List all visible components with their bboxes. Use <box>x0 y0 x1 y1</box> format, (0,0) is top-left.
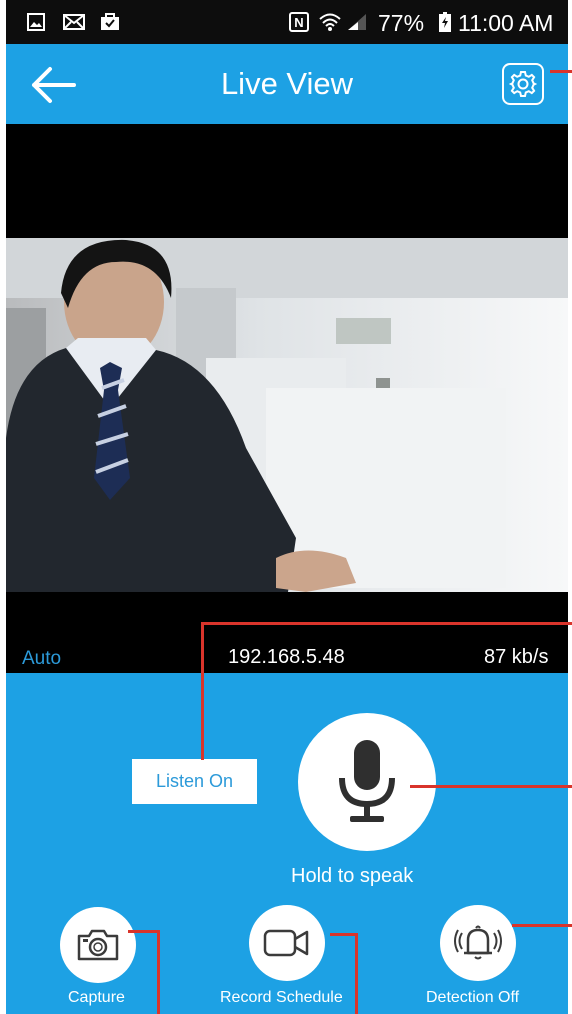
controls-panel: Listen On Hold to speak Capture Record S… <box>6 673 568 1014</box>
callout-line-capture-horizontal <box>128 930 160 933</box>
svg-text:N: N <box>294 15 303 30</box>
page-title: Live View <box>220 66 354 101</box>
bitrate-readout: 87 kb/s <box>484 646 549 668</box>
live-video-feed[interactable] <box>6 238 568 592</box>
status-bar: N 77% 11:00 AM <box>6 0 568 44</box>
camera-icon <box>77 929 119 961</box>
record-schedule-label: Record Schedule <box>220 989 343 1006</box>
image-icon <box>26 12 46 32</box>
capture-button[interactable] <box>60 907 136 983</box>
capture-label: Capture <box>68 989 125 1006</box>
callout-line-detection <box>512 924 572 927</box>
record-schedule-button[interactable] <box>249 905 325 981</box>
battery-percent: 77% <box>378 10 425 36</box>
listen-toggle[interactable]: Listen On <box>132 759 257 804</box>
bell-icon <box>454 925 502 960</box>
settings-button[interactable] <box>502 63 544 105</box>
hold-to-speak-label: Hold to speak <box>291 865 414 887</box>
callout-line-settings <box>550 70 572 73</box>
wifi-icon <box>318 12 342 32</box>
briefcase-icon <box>98 12 122 32</box>
battery-icon <box>438 12 452 32</box>
gear-icon <box>509 71 537 97</box>
callout-line-listen-vertical <box>201 622 204 760</box>
push-to-talk-button[interactable] <box>298 713 436 851</box>
video-area: Auto 192.168.5.48 87 kb/s <box>6 124 568 673</box>
detection-off-label: Detection Off <box>426 989 520 1006</box>
callout-line-record-vertical <box>355 933 358 1014</box>
callout-line-listen-horizontal <box>201 622 572 625</box>
video-mode-label[interactable]: Auto <box>22 648 61 670</box>
signal-icon <box>346 12 368 32</box>
clock: 11:00 AM <box>458 10 554 36</box>
nfc-icon: N <box>288 12 310 32</box>
detection-toggle-button[interactable] <box>440 905 516 981</box>
video-camera-icon <box>263 929 309 957</box>
callout-line-record-horizontal <box>330 933 358 936</box>
microphone-icon <box>339 740 395 822</box>
app-bar: Live View <box>6 44 568 124</box>
mail-icon <box>62 12 86 32</box>
callout-line-capture-vertical <box>157 930 160 1014</box>
callout-line-mic <box>410 785 572 788</box>
camera-ip-address: 192.168.5.48 <box>228 646 345 668</box>
